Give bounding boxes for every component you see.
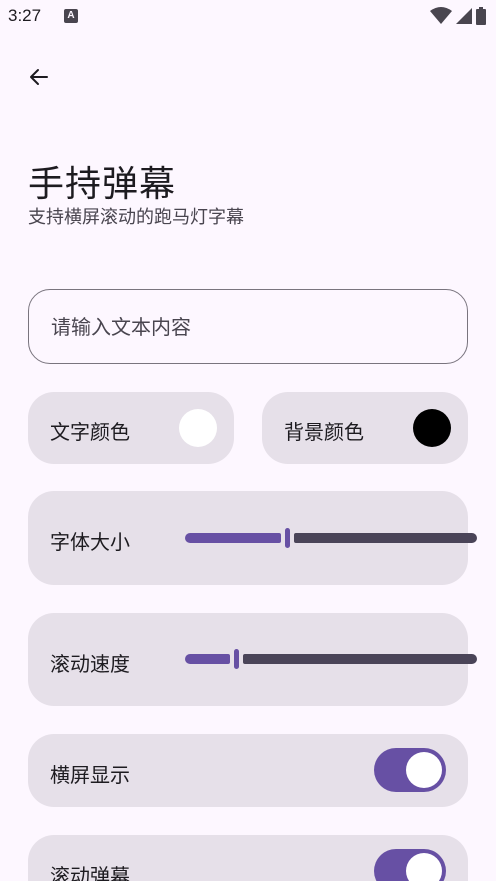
background-color-card[interactable]: 背景颜色: [262, 392, 468, 464]
landscape-card: 横屏显示: [28, 734, 468, 807]
back-button[interactable]: [20, 58, 58, 96]
page-subtitle: 支持横屏滚动的跑马灯字幕: [28, 207, 244, 228]
scroll-barrage-card: 滚动弹幕: [28, 835, 468, 881]
font-size-label: 字体大小: [50, 530, 130, 554]
font-size-card: 字体大小: [28, 491, 477, 585]
battery-icon: [476, 7, 486, 25]
text-color-swatch[interactable]: [179, 409, 217, 447]
scroll-barrage-label: 滚动弹幕: [50, 864, 130, 881]
slider-thumb[interactable]: [234, 649, 239, 669]
status-icons: [430, 7, 486, 25]
scroll-speed-label: 滚动速度: [50, 652, 130, 676]
slider-inactive-track: [294, 533, 477, 543]
text-content-input[interactable]: [28, 289, 468, 364]
text-color-card[interactable]: 文字颜色: [28, 392, 234, 464]
slider-active-track: [185, 654, 230, 664]
wifi-icon: [430, 7, 452, 24]
page-title: 手持弹幕: [28, 164, 177, 205]
slider-inactive-track: [243, 654, 477, 664]
scroll-speed-slider[interactable]: [185, 649, 477, 669]
status-bar: 3:27 A: [0, 0, 496, 34]
landscape-switch[interactable]: [374, 748, 446, 792]
switch-knob: [406, 853, 442, 881]
cellular-signal-icon: [456, 8, 472, 24]
landscape-label: 横屏显示: [50, 763, 130, 787]
scroll-speed-card: 滚动速度: [28, 613, 477, 706]
status-time: 3:27: [8, 6, 42, 25]
switch-knob: [406, 752, 442, 788]
slider-thumb[interactable]: [285, 528, 290, 548]
text-color-label: 文字颜色: [50, 420, 130, 444]
scroll-barrage-switch[interactable]: [374, 849, 446, 881]
slider-active-track: [185, 533, 281, 543]
background-color-label: 背景颜色: [284, 420, 364, 444]
background-color-swatch[interactable]: [413, 409, 451, 447]
arrow-back-icon: [30, 69, 48, 85]
notification-icon: A: [64, 9, 78, 23]
font-size-slider[interactable]: [185, 528, 477, 548]
